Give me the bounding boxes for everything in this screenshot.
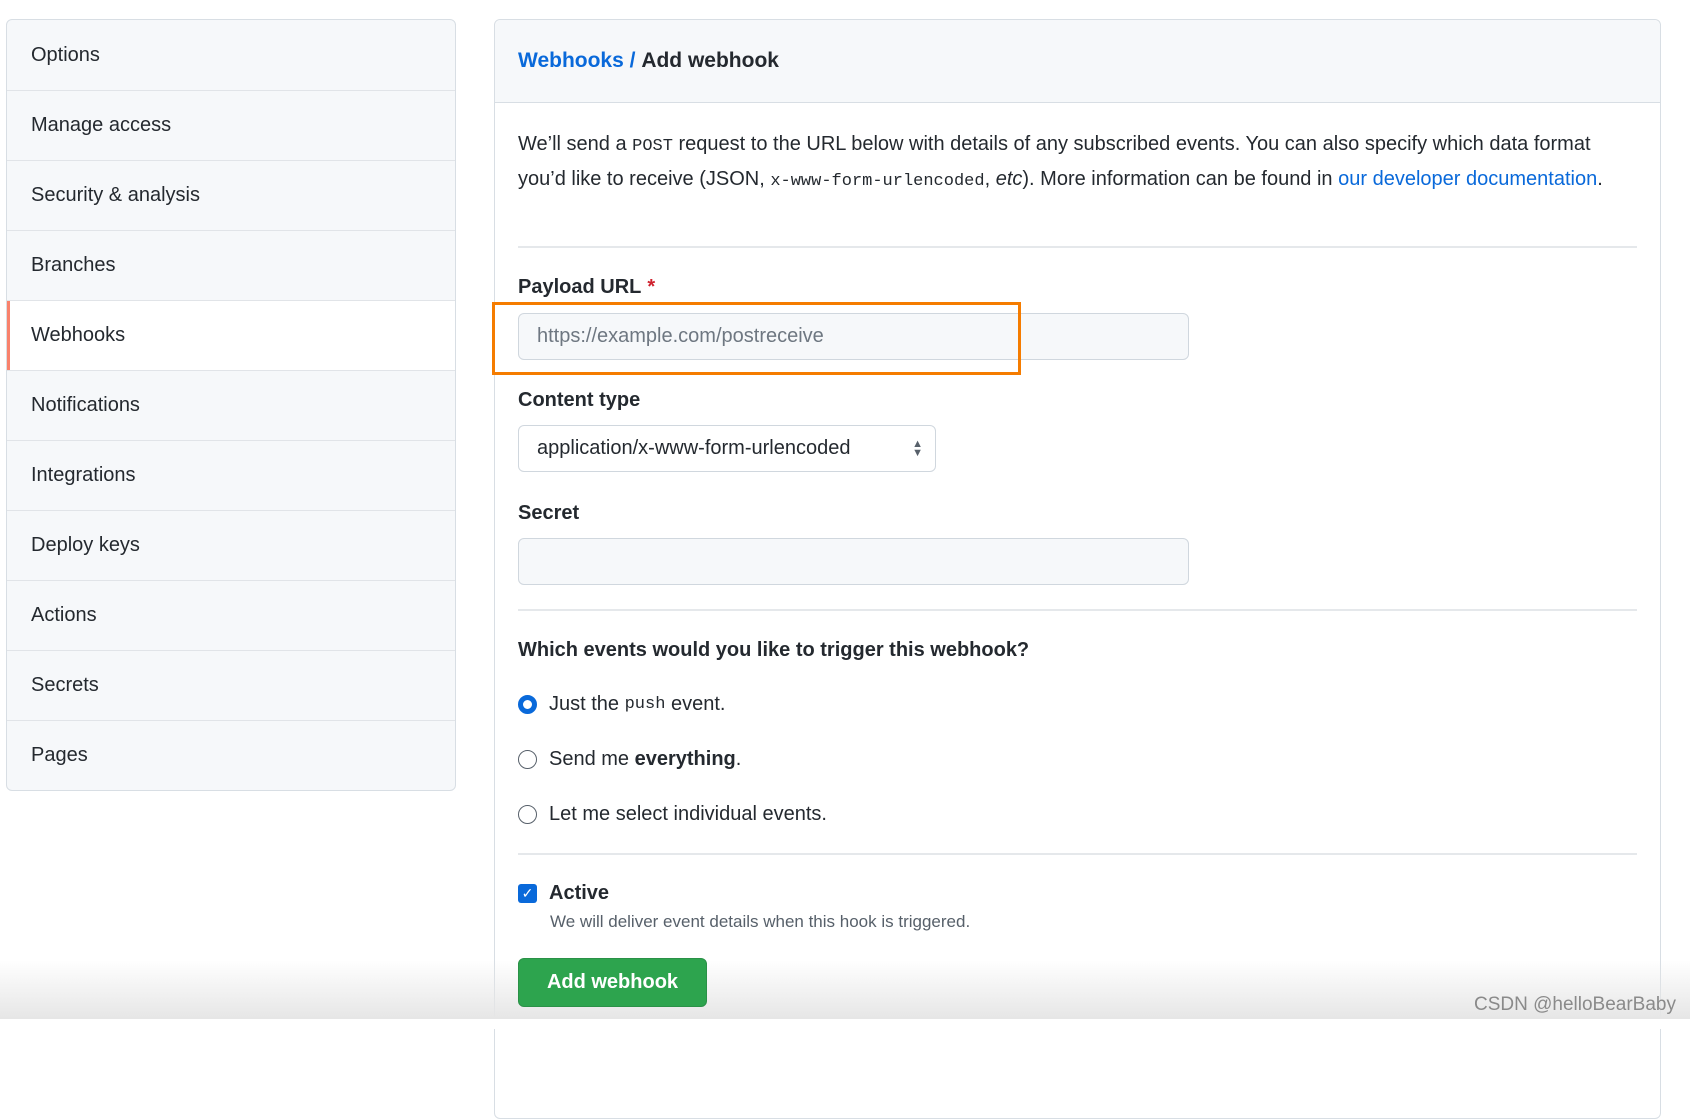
active-note: We will deliver event details when this …	[550, 912, 971, 931]
secret-input[interactable]	[518, 538, 1189, 585]
sidebar-item-integrations[interactable]: Integrations	[7, 440, 455, 510]
option-text: Let me select individual events.	[549, 803, 827, 825]
option-text: Just the	[549, 693, 620, 715]
active-checkbox-row[interactable]: ✓ Active	[518, 882, 609, 905]
required-mark: *	[647, 276, 656, 298]
content-type-select[interactable]: application/x-www-form-urlencoded ▲ ▼	[518, 425, 936, 472]
active-label: Active	[549, 882, 610, 904]
sidebar-item-deploy-keys[interactable]: Deploy keys	[7, 510, 455, 580]
event-option-individual[interactable]: Let me select individual events.	[518, 803, 827, 826]
sidebar-item-manage-access[interactable]: Manage access	[7, 90, 455, 160]
sidebar-item-branches[interactable]: Branches	[7, 230, 455, 300]
checkbox-checked-icon[interactable]: ✓	[518, 884, 537, 903]
payload-url-label-text: Payload URL	[518, 276, 642, 298]
select-arrows-icon: ▲ ▼	[912, 437, 923, 459]
sidebar-item-webhooks[interactable]: Webhooks	[7, 300, 455, 370]
desc-text: We’ll send a	[518, 133, 633, 155]
desc-text: ,	[984, 168, 996, 190]
sidebar-item-secrets[interactable]: Secrets	[7, 650, 455, 720]
payload-url-label: Payload URL *	[518, 276, 655, 299]
divider	[518, 609, 1637, 611]
option-text: event.	[670, 693, 726, 715]
description: We’ll send a POST request to the URL bel…	[518, 128, 1638, 198]
settings-sidebar: Options Manage access Security & analysi…	[6, 19, 456, 791]
desc-text: ). More information can be found in	[1022, 168, 1339, 190]
breadcrumb: Webhooks / Add webhook	[495, 20, 1660, 103]
desc-text: .	[1597, 168, 1603, 190]
watermark: CSDN @helloBearBaby	[1474, 994, 1676, 1015]
breadcrumb-webhooks-link[interactable]: Webhooks /	[518, 49, 635, 73]
radio[interactable]	[518, 750, 537, 769]
page-title: Add webhook	[641, 49, 779, 72]
events-question: Which events would you like to trigger t…	[518, 639, 1030, 661]
developer-docs-link[interactable]: our developer documentation	[1338, 168, 1597, 190]
add-webhook-panel: Webhooks / Add webhook We’ll send a POST…	[492, 19, 1661, 1119]
desc-code-format: x-www-form-urlencoded	[770, 172, 985, 191]
option-bold: everything	[634, 748, 736, 770]
event-option-push[interactable]: Just the push event.	[518, 693, 725, 716]
option-text: Send me	[549, 748, 630, 770]
event-option-everything[interactable]: Send me everything.	[518, 748, 741, 771]
content-type-label: Content type	[518, 389, 641, 411]
add-webhook-button[interactable]: Add webhook	[518, 958, 707, 1007]
secret-label: Secret	[518, 502, 580, 524]
sidebar-item-actions[interactable]: Actions	[7, 580, 455, 650]
radio-selected[interactable]	[518, 695, 537, 714]
desc-code-post: POST	[632, 137, 673, 156]
option-code: push	[624, 695, 666, 714]
sidebar-item-pages[interactable]: Pages	[7, 720, 455, 790]
highlight-box	[492, 302, 1021, 375]
option-text: .	[735, 748, 742, 770]
content-type-value: application/x-www-form-urlencoded	[537, 437, 851, 459]
divider	[518, 246, 1637, 248]
sidebar-item-security[interactable]: Security & analysis	[7, 160, 455, 230]
divider	[518, 853, 1637, 855]
sidebar-item-options[interactable]: Options	[7, 20, 455, 90]
sidebar-item-notifications[interactable]: Notifications	[7, 370, 455, 440]
desc-em: etc	[995, 168, 1023, 190]
radio[interactable]	[518, 805, 537, 824]
